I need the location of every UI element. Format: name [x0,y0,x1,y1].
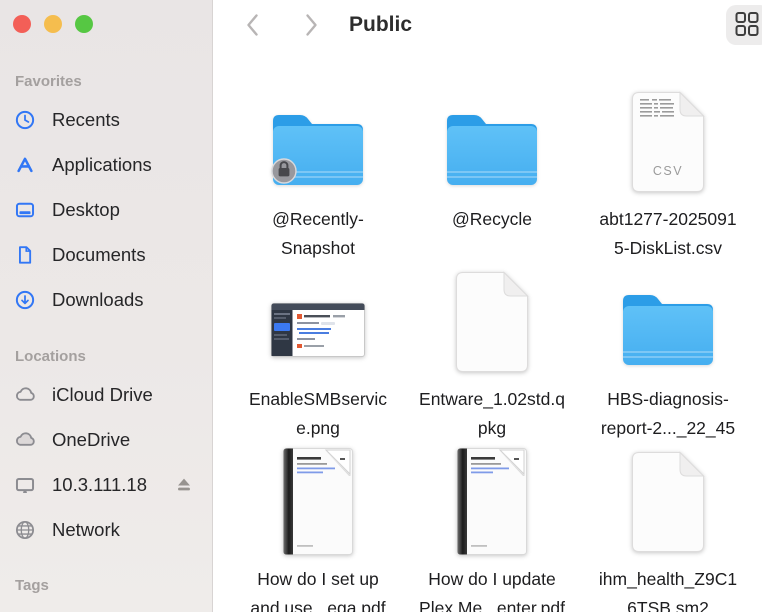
file-item-entware-qpkg[interactable]: Entware_1.02std.qpkg [404,269,580,433]
image-thumbnail-icon [271,303,365,357]
sidebar-item-server-10-3-111-18[interactable]: 10.3.111.18 [8,467,205,503]
sidebar-item-label: Recents [52,109,120,131]
file-name: HBS-diagnosis-report-2..._22_45 [580,385,756,443]
grid-view-icon [735,11,759,40]
file-name: ihm_health_Z9C16TSB.sm2 [580,565,756,612]
file-item-recycle[interactable]: @Recycle [404,89,580,253]
app-store-icon [14,154,36,176]
clock-icon [14,109,36,131]
zoom-window-button[interactable] [75,15,93,33]
sidebar-item-applications[interactable]: Applications [8,147,205,183]
sidebar-item-desktop[interactable]: Desktop [8,192,205,228]
sidebar-item-label: Network [52,519,120,541]
folder-icon [617,287,719,369]
display-icon [14,474,36,496]
file-item-hbs-diagnosis-report[interactable]: HBS-diagnosis-report-2..._22_45 [580,269,756,433]
minimize-window-button[interactable] [44,15,62,33]
sidebar-item-network[interactable]: Network [8,512,205,548]
desktop-icon [14,199,36,221]
finder-window: Favorites Recents Applications Desktop D… [0,0,762,612]
sidebar-item-label: 10.3.111.18 [52,474,147,496]
folder-icon [441,107,543,189]
file-name: How do I updatePlex Me...enter.pdf [404,565,580,612]
file-item-how-do-i-update-plex-pdf[interactable]: How do I updatePlex Me...enter.pdf [404,449,580,612]
document-icon [14,244,36,266]
close-window-button[interactable] [13,15,31,33]
sidebar-item-label: OneDrive [52,429,130,451]
generic-file-icon [631,451,705,553]
chevron-right-icon [300,11,322,42]
sidebar-item-recents[interactable]: Recents [8,102,205,138]
sidebar-item-onedrive[interactable]: OneDrive [8,422,205,458]
file-item-recently-snapshot[interactable]: @Recently-Snapshot [230,89,406,253]
generic-file-icon [455,271,529,373]
back-button[interactable] [240,11,266,41]
sidebar-item-label: iCloud Drive [52,384,153,406]
locked-folder-icon [267,107,369,189]
pdf-book-icon [457,448,527,555]
csv-file-icon: CSV [631,91,705,193]
sidebar-item-icloud-drive[interactable]: iCloud Drive [8,377,205,413]
sidebar-section-heading: Favorites [15,72,82,92]
eject-icon[interactable] [173,474,195,496]
cloud-icon [14,429,36,451]
grid-view-button[interactable] [726,5,762,45]
pdf-book-icon [283,448,353,555]
chevron-left-icon [242,11,264,42]
sidebar-item-label: Documents [52,244,146,266]
page-title: Public [349,13,412,37]
window-controls [13,15,93,33]
file-name: @Recently-Snapshot [230,205,406,263]
forward-button[interactable] [298,11,324,41]
sidebar-item-label: Applications [52,154,152,176]
file-name: EnableSMBservice.png [230,385,406,443]
file-item-enablesmbservice-png[interactable]: EnableSMBservice.png [230,269,406,433]
sidebar-section-heading: Tags [15,576,49,596]
sidebar-section-heading: Locations [15,347,86,367]
sidebar-item-downloads[interactable]: Downloads [8,282,205,318]
file-item-ihm-health-sm2[interactable]: ihm_health_Z9C16TSB.sm2 [580,449,756,612]
download-circle-icon [14,289,36,311]
file-name: abt1277-20250915-DiskList.csv [580,205,756,263]
file-item-how-do-i-set-up-pdf[interactable]: How do I set upand use...ega.pdf [230,449,406,612]
sidebar-item-documents[interactable]: Documents [8,237,205,273]
file-name: @Recycle [404,205,580,234]
file-name: Entware_1.02std.qpkg [404,385,580,443]
csv-badge: CSV [653,164,683,178]
file-name: How do I set upand use...ega.pdf [230,565,406,612]
sidebar: Favorites Recents Applications Desktop D… [0,0,213,612]
file-item-disklist-csv[interactable]: CSV abt1277-20250915-DiskList.csv [580,89,756,253]
globe-icon [14,519,36,541]
cloud-icon [14,384,36,406]
sidebar-item-label: Downloads [52,289,144,311]
sidebar-item-label: Desktop [52,199,120,221]
